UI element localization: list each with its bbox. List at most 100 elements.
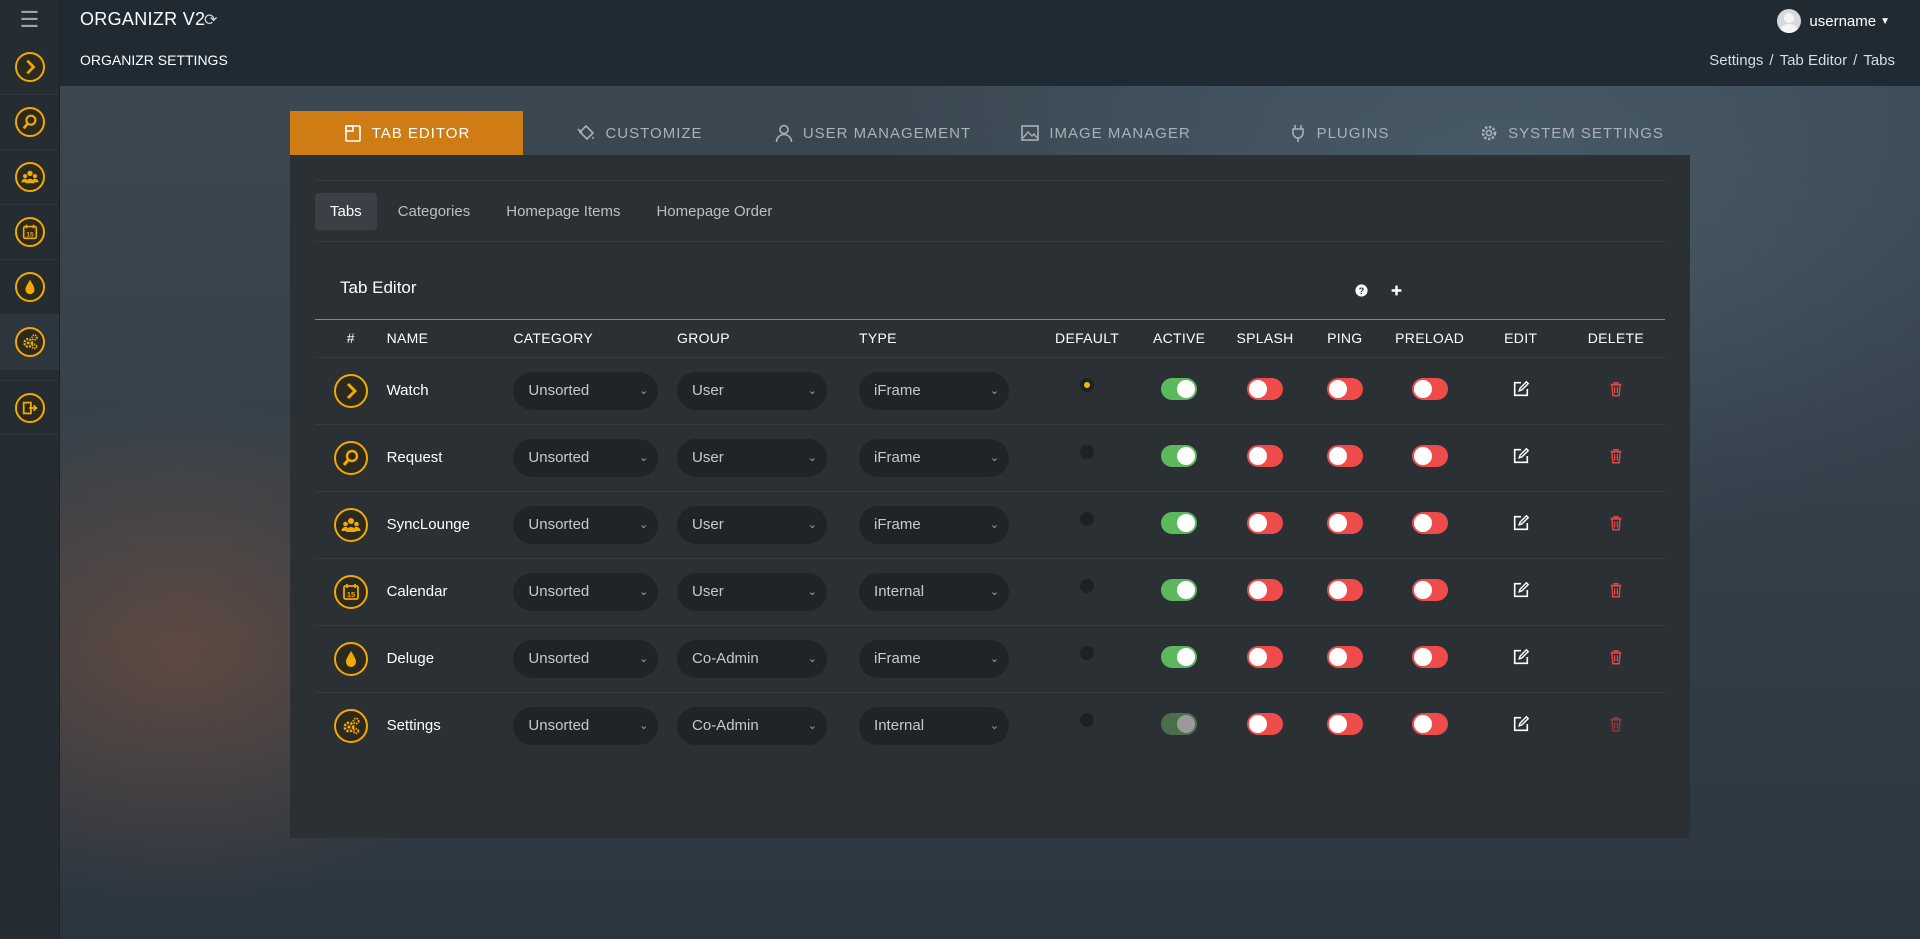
- preload-toggle[interactable]: [1411, 444, 1448, 467]
- sidebar-item-deluge[interactable]: [0, 260, 59, 315]
- logout-button[interactable]: [0, 380, 59, 435]
- type-select[interactable]: iFrame ⌄: [859, 505, 1010, 544]
- type-select[interactable]: Internal ⌄: [859, 572, 1010, 611]
- ping-toggle[interactable]: [1326, 377, 1363, 400]
- subtab-homepage-items[interactable]: Homepage Items: [491, 193, 635, 230]
- preload-toggle[interactable]: [1411, 377, 1448, 400]
- hamburger-icon[interactable]: ☰: [0, 0, 59, 40]
- toggle-knob: [1249, 580, 1268, 599]
- column-header: TYPE: [859, 320, 1042, 358]
- default-radio[interactable]: [1080, 377, 1095, 392]
- sidebar-item-synclounge[interactable]: [0, 150, 59, 205]
- trash-icon[interactable]: [1606, 513, 1626, 533]
- toggle-knob: [1249, 446, 1268, 465]
- category-select[interactable]: Unsorted ⌄: [513, 706, 659, 745]
- category-select[interactable]: Unsorted ⌄: [513, 639, 659, 678]
- active-toggle[interactable]: [1161, 377, 1198, 400]
- splash-toggle[interactable]: [1247, 511, 1284, 534]
- caret-down-icon: ▼: [1880, 15, 1890, 27]
- ping-toggle[interactable]: [1326, 645, 1363, 668]
- splash-toggle[interactable]: [1247, 712, 1284, 735]
- trash-icon[interactable]: [1606, 580, 1626, 600]
- group-select[interactable]: User ⌄: [677, 438, 828, 477]
- preload-toggle[interactable]: [1411, 578, 1448, 601]
- group-select[interactable]: User ⌄: [677, 371, 828, 410]
- type-select[interactable]: iFrame ⌄: [859, 639, 1010, 678]
- tab-tab-editor[interactable]: TAB EDITOR: [290, 111, 523, 155]
- group-select[interactable]: Co-Admin ⌄: [677, 706, 828, 745]
- default-radio[interactable]: [1080, 578, 1095, 593]
- tab-user-management[interactable]: USER MANAGEMENT: [756, 111, 989, 155]
- gears-icon: [333, 708, 368, 743]
- sidebar-item-calendar[interactable]: 15: [0, 205, 59, 260]
- breadcrumb-item[interactable]: Settings: [1709, 52, 1763, 69]
- svg-text:15: 15: [347, 590, 355, 599]
- active-toggle[interactable]: [1161, 645, 1198, 668]
- splash-toggle[interactable]: [1247, 377, 1284, 400]
- chevron-down-icon: ⌄: [639, 720, 649, 733]
- edit-icon[interactable]: [1511, 513, 1531, 533]
- active-toggle[interactable]: [1161, 712, 1198, 735]
- plus-icon[interactable]: [1388, 282, 1404, 298]
- type-select[interactable]: iFrame ⌄: [859, 438, 1010, 477]
- preload-toggle[interactable]: [1411, 645, 1448, 668]
- ping-toggle[interactable]: [1326, 712, 1363, 735]
- edit-icon[interactable]: [1511, 379, 1531, 399]
- type-select[interactable]: iFrame ⌄: [859, 371, 1010, 410]
- splash-toggle[interactable]: [1247, 444, 1284, 467]
- breadcrumb-item[interactable]: Tab Editor: [1780, 52, 1848, 69]
- tab-customize[interactable]: CUSTOMIZE: [523, 111, 756, 155]
- category-select[interactable]: Unsorted ⌄: [513, 438, 659, 477]
- app-title[interactable]: ORGANIZR V2: [80, 9, 205, 30]
- edit-icon[interactable]: [1511, 714, 1531, 734]
- group-select[interactable]: User ⌄: [677, 572, 828, 611]
- category-select[interactable]: Unsorted ⌄: [513, 371, 659, 410]
- help-icon[interactable]: ?: [1353, 282, 1369, 298]
- edit-icon[interactable]: [1511, 580, 1531, 600]
- splash-toggle[interactable]: [1247, 578, 1284, 601]
- tab-plugins[interactable]: PLUGINS: [1222, 111, 1455, 155]
- trash-icon[interactable]: [1606, 446, 1626, 466]
- default-radio[interactable]: [1080, 712, 1095, 727]
- type-value: iFrame: [874, 516, 921, 533]
- active-toggle[interactable]: [1161, 511, 1198, 534]
- subtab-homepage-order[interactable]: Homepage Order: [641, 193, 787, 230]
- default-radio[interactable]: [1080, 645, 1095, 660]
- preload-toggle[interactable]: [1411, 712, 1448, 735]
- image-icon: [1020, 123, 1040, 143]
- ping-toggle[interactable]: [1326, 444, 1363, 467]
- group-select[interactable]: User ⌄: [677, 505, 828, 544]
- user-menu[interactable]: username ▼: [1777, 9, 1890, 33]
- default-radio[interactable]: [1080, 444, 1095, 459]
- sidebar-item-settings[interactable]: [0, 315, 59, 370]
- trash-icon[interactable]: [1606, 647, 1626, 667]
- refresh-icon[interactable]: ⟳: [204, 10, 217, 30]
- active-toggle[interactable]: [1161, 444, 1198, 467]
- edit-icon[interactable]: [1511, 446, 1531, 466]
- breadcrumb-separator: /: [1853, 52, 1858, 69]
- sidebar-item-request[interactable]: [0, 95, 59, 150]
- tab-image-manager[interactable]: IMAGE MANAGER: [989, 111, 1222, 155]
- category-select[interactable]: Unsorted ⌄: [513, 572, 659, 611]
- toggle-knob: [1413, 714, 1432, 733]
- subtab-categories[interactable]: Categories: [383, 193, 486, 230]
- default-radio[interactable]: [1080, 511, 1095, 526]
- type-select[interactable]: Internal ⌄: [859, 706, 1010, 745]
- group-value: User: [692, 583, 724, 600]
- preload-toggle[interactable]: [1411, 511, 1448, 534]
- type-value: iFrame: [874, 382, 921, 399]
- subtab-tabs[interactable]: Tabs: [315, 192, 377, 230]
- tab-system-settings[interactable]: SYSTEM SETTINGS: [1455, 111, 1688, 155]
- toggle-knob: [1413, 379, 1432, 398]
- sidebar-item-watch[interactable]: [0, 40, 59, 95]
- edit-icon[interactable]: [1511, 647, 1531, 667]
- group-select[interactable]: Co-Admin ⌄: [677, 639, 828, 678]
- splash-toggle[interactable]: [1247, 645, 1284, 668]
- tab-label: PLUGINS: [1316, 124, 1390, 142]
- breadcrumb-item: Tabs: [1863, 52, 1895, 69]
- ping-toggle[interactable]: [1326, 511, 1363, 534]
- trash-icon[interactable]: [1606, 379, 1626, 399]
- ping-toggle[interactable]: [1326, 578, 1363, 601]
- category-select[interactable]: Unsorted ⌄: [513, 505, 659, 544]
- active-toggle[interactable]: [1161, 578, 1198, 601]
